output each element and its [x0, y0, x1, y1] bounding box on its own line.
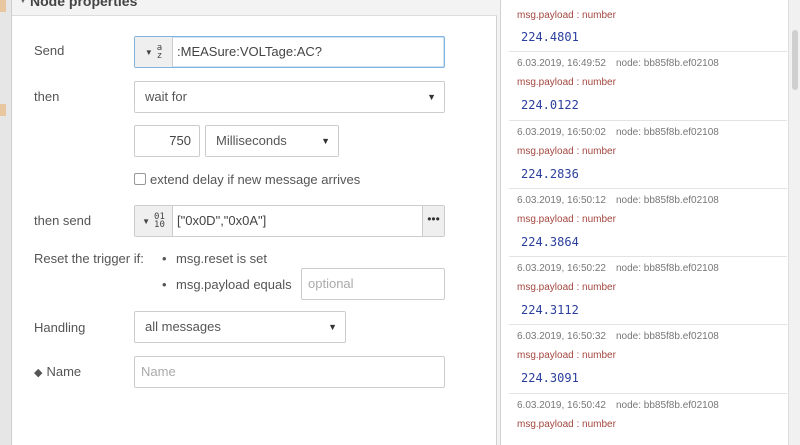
then-send-label: then send	[34, 213, 92, 228]
debug-message-topic: msg.payload : number	[517, 10, 616, 21]
send-value: :MEASure:VOLTage:AC?	[177, 44, 322, 59]
debug-message-topic: msg.payload : number	[517, 146, 616, 157]
then-send-input[interactable]: ▼ 01 10 ["0x0D","0x0A"] •••	[134, 205, 445, 237]
debug-message-node[interactable]: node: bb85f8b.ef02108	[616, 331, 719, 342]
caret-down-icon: ▼	[18, 0, 28, 6]
caret-down-icon: ▼	[144, 47, 153, 57]
debug-message: 6.03.2019, 16:50:02 node: bb85f8b.ef02108…	[509, 121, 787, 189]
caret-down-icon: ▼	[142, 216, 151, 226]
delay-units-select[interactable]: Milliseconds ▼	[205, 125, 339, 157]
tag-icon: ◆	[34, 367, 43, 379]
debug-message-time: 6.03.2019, 16:50:12	[517, 195, 606, 206]
chevron-down-icon: ▼	[427, 92, 436, 102]
name-label-text: Name	[46, 364, 82, 379]
expand-editor-button[interactable]: •••	[422, 206, 444, 236]
workspace-node-fragment	[0, 0, 6, 12]
node-editor-panel: ▼ Node properties Send ▼ az :MEASure:VOL…	[12, 0, 497, 445]
then-select[interactable]: wait for ▼	[134, 81, 445, 113]
name-label: ◆ Name	[34, 364, 81, 379]
handling-select-value: all messages	[145, 319, 221, 334]
bullet-icon: •	[162, 251, 167, 266]
debug-message-topic: msg.payload : number	[517, 214, 616, 225]
extend-delay-checkbox[interactable]	[134, 173, 146, 185]
chevron-down-icon: ▼	[328, 322, 337, 332]
binary-type-icon: 01 10	[154, 212, 165, 230]
handling-label: Handling	[34, 320, 86, 335]
send-input[interactable]: ▼ az :MEASure:VOLTage:AC?	[134, 36, 445, 68]
reset-item-payload: msg.payload equals	[176, 277, 292, 292]
reset-label: Reset the trigger if:	[34, 251, 144, 266]
debug-message-node[interactable]: node: bb85f8b.ef02108	[616, 195, 719, 206]
debug-message: 6.03.2019, 16:50:22 node: bb85f8b.ef02108…	[509, 257, 787, 325]
delay-units-value: Milliseconds	[216, 133, 287, 148]
debug-message-topic: msg.payload : number	[517, 350, 616, 361]
debug-message-value: 224.3112	[521, 303, 579, 317]
chevron-down-icon: ▼	[321, 136, 330, 146]
debug-message-node[interactable]: node: bb85f8b.ef02108	[616, 400, 719, 411]
name-placeholder: Name	[141, 364, 176, 379]
scrollbar-thumb[interactable]	[792, 30, 798, 90]
debug-message-node[interactable]: node: bb85f8b.ef02108	[616, 263, 719, 274]
debug-scrollbar[interactable]	[788, 0, 800, 445]
debug-message-time: 6.03.2019, 16:50:02	[517, 127, 606, 138]
extend-delay-label: extend delay if new message arrives	[150, 172, 361, 187]
node-properties-header[interactable]: ▼ Node properties	[12, 0, 497, 16]
workspace-edge	[0, 0, 12, 445]
debug-message-topic: msg.payload : number	[517, 282, 616, 293]
debug-message: msg.payload : number 224.4801	[509, 0, 787, 52]
then-select-value: wait for	[145, 89, 187, 104]
debug-message-time: 6.03.2019, 16:50:32	[517, 331, 606, 342]
debug-sidebar: msg.payload : number 224.4801 6.03.2019,…	[500, 0, 788, 445]
debug-message: 6.03.2019, 16:50:32 node: bb85f8b.ef02108…	[509, 325, 787, 394]
debug-message-node[interactable]: node: bb85f8b.ef02108	[616, 58, 719, 69]
workspace-node-fragment	[0, 104, 6, 116]
debug-message-topic: msg.payload : number	[517, 419, 616, 430]
delay-input[interactable]: 750	[134, 125, 200, 157]
send-type-button[interactable]: ▼ az	[135, 37, 173, 67]
send-label: Send	[34, 43, 65, 58]
name-input[interactable]: Name	[134, 356, 445, 388]
reset-payload-input[interactable]: optional	[301, 268, 445, 300]
debug-message-topic: msg.payload : number	[517, 77, 616, 88]
then-send-type-button[interactable]: ▼ 01 10	[135, 206, 173, 236]
then-label: then	[34, 89, 60, 104]
then-send-value: ["0x0D","0x0A"]	[177, 213, 267, 228]
debug-message-value: 224.3091	[521, 371, 579, 385]
debug-message-time: 6.03.2019, 16:50:22	[517, 263, 606, 274]
handling-select[interactable]: all messages ▼	[134, 311, 346, 343]
debug-message-value: 224.4801	[521, 30, 579, 44]
debug-message: 6.03.2019, 16:50:42 node: bb85f8b.ef02108…	[509, 394, 787, 445]
delay-value: 750	[169, 133, 191, 148]
debug-message: 6.03.2019, 16:49:52 node: bb85f8b.ef02108…	[509, 52, 787, 121]
bullet-icon: •	[162, 277, 167, 292]
debug-message-node[interactable]: node: bb85f8b.ef02108	[616, 127, 719, 138]
debug-message-value: 224.0122	[521, 98, 579, 112]
debug-message-value: 224.3864	[521, 235, 579, 249]
debug-message-time: 6.03.2019, 16:49:52	[517, 58, 606, 69]
reset-payload-placeholder: optional	[308, 276, 354, 291]
reset-item-reset: msg.reset is set	[176, 251, 268, 266]
debug-message-value: 224.2836	[521, 167, 579, 181]
debug-message-time: 6.03.2019, 16:50:42	[517, 400, 606, 411]
section-title: Node properties	[30, 0, 138, 9]
debug-message: 6.03.2019, 16:50:12 node: bb85f8b.ef02108…	[509, 189, 787, 257]
string-type-icon: az	[156, 43, 163, 61]
